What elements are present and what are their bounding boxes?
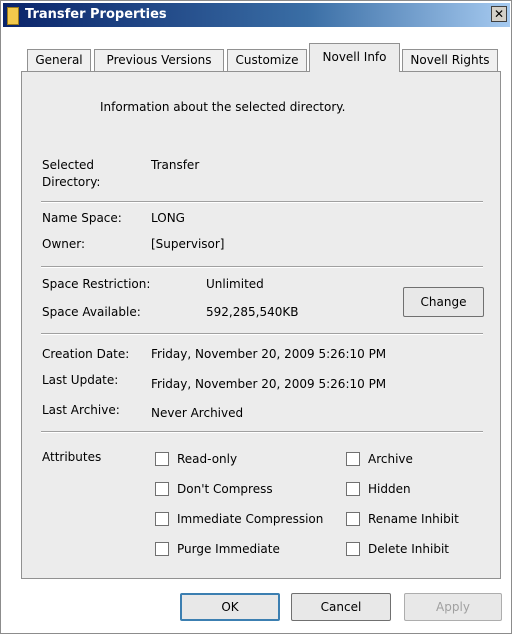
immediate-compression-label: Immediate Compression: [177, 512, 324, 526]
purge-immediate-label: Purge Immediate: [177, 542, 280, 556]
dont-compress-label: Don't Compress: [177, 482, 273, 496]
title-bar[interactable]: Transfer Properties ✕: [3, 3, 510, 27]
rename-inhibit-label: Rename Inhibit: [368, 512, 459, 526]
folder-icon: [7, 7, 19, 25]
space-restriction-value: Unlimited: [206, 277, 264, 291]
space-available-label: Space Available:: [42, 305, 141, 319]
name-space-label: Name Space:: [42, 211, 122, 225]
last-archive-label: Last Archive:: [42, 403, 120, 417]
tab-previous-versions[interactable]: Previous Versions: [94, 49, 224, 71]
hidden-label: Hidden: [368, 482, 411, 496]
window-title: Transfer Properties: [25, 7, 167, 22]
archive-checkbox[interactable]: [346, 452, 360, 466]
purge-immediate-checkbox[interactable]: [155, 542, 169, 556]
delete-inhibit-label: Delete Inhibit: [368, 542, 449, 556]
creation-date-value: Friday, November 20, 2009 5:26:10 PM: [151, 347, 387, 361]
tab-novell-info[interactable]: Novell Info: [309, 43, 400, 72]
info-header: Information about the selected directory…: [100, 100, 346, 114]
change-button[interactable]: Change: [403, 287, 484, 317]
last-update-value: Friday, November 20, 2009 5:26:10 PM: [151, 377, 387, 391]
archive-label: Archive: [368, 452, 413, 466]
separator: [41, 201, 483, 203]
selected-directory-label-2: Directory:: [42, 175, 101, 189]
space-available-value: 592,285,540KB: [206, 305, 299, 319]
tab-novell-rights[interactable]: Novell Rights: [402, 49, 498, 71]
rename-inhibit-checkbox[interactable]: [346, 512, 360, 526]
dont-compress-checkbox[interactable]: [155, 482, 169, 496]
hidden-checkbox[interactable]: [346, 482, 360, 496]
tab-customize[interactable]: Customize: [227, 49, 307, 71]
last-archive-value: Never Archived: [151, 406, 244, 420]
close-button[interactable]: ✕: [491, 6, 507, 22]
separator: [41, 266, 483, 268]
immediate-compression-checkbox[interactable]: [155, 512, 169, 526]
read-only-label: Read-only: [177, 452, 238, 466]
ok-button[interactable]: OK: [180, 593, 280, 621]
properties-dialog: Transfer Properties ✕ General Previous V…: [0, 0, 512, 634]
read-only-checkbox[interactable]: [155, 452, 169, 466]
selected-directory-label: Selected: [42, 158, 95, 172]
selected-directory-value: Transfer: [151, 158, 200, 172]
tab-panel: [21, 71, 501, 579]
space-restriction-label: Space Restriction:: [42, 277, 151, 291]
name-space-value: LONG: [151, 211, 185, 225]
tab-general[interactable]: General: [27, 49, 91, 71]
separator: [41, 333, 483, 335]
creation-date-label: Creation Date:: [42, 347, 130, 361]
last-update-label: Last Update:: [42, 373, 119, 387]
attributes-label: Attributes: [42, 450, 102, 464]
separator: [41, 431, 483, 433]
close-icon: ✕: [493, 7, 505, 21]
apply-button[interactable]: Apply: [404, 593, 502, 621]
cancel-button[interactable]: Cancel: [291, 593, 391, 621]
owner-label: Owner:: [42, 237, 86, 251]
owner-value: [Supervisor]: [151, 237, 225, 251]
delete-inhibit-checkbox[interactable]: [346, 542, 360, 556]
